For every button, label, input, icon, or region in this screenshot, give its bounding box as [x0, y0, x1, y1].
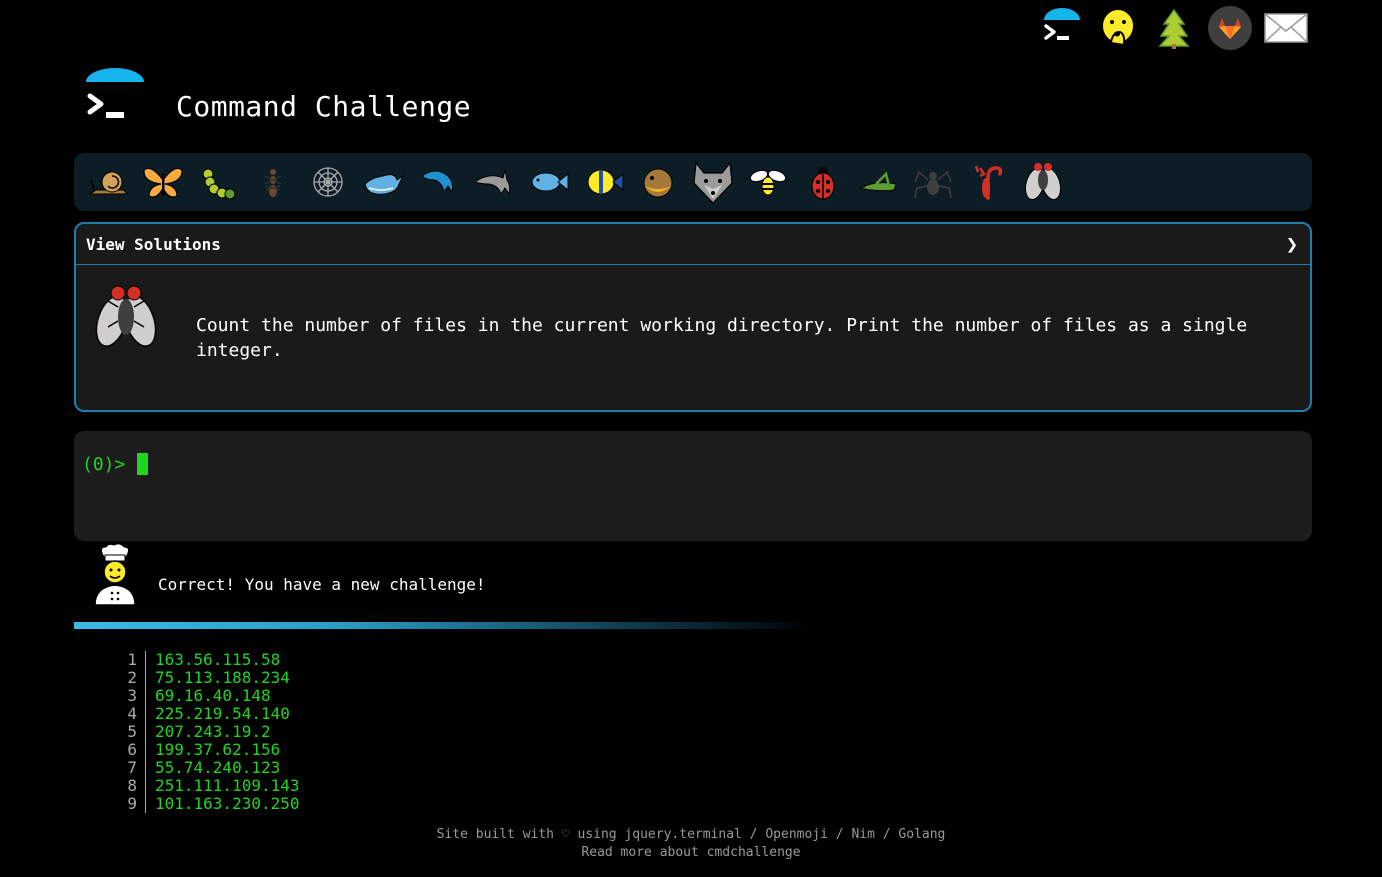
- terminal-input[interactable]: (0)>: [74, 431, 1312, 541]
- output-row: 4 225.219.54.140: [112, 705, 300, 723]
- golang-link[interactable]: Golang: [898, 827, 945, 842]
- output-value: 207.243.19.2: [155, 722, 271, 741]
- line-number: 4: [112, 705, 146, 723]
- level-bar: [74, 153, 1312, 211]
- level-dolphin-icon[interactable]: [414, 158, 462, 206]
- level-fly-icon[interactable]: [1019, 158, 1067, 206]
- chevron-right-icon[interactable]: ❯: [1286, 232, 1298, 256]
- output-value: 101.163.230.250: [155, 794, 300, 813]
- output-value: 75.113.188.234: [155, 668, 290, 687]
- level-spider-web-icon[interactable]: [304, 158, 352, 206]
- output-row: 3 69.16.40.148: [112, 687, 300, 705]
- challenge-description: Count the number of files in the current…: [196, 315, 1248, 361]
- openmoji-link[interactable]: Openmoji: [765, 827, 828, 842]
- output-row: 5 207.243.19.2: [112, 723, 300, 741]
- level-ladybug-icon[interactable]: [799, 158, 847, 206]
- terminal-cursor: [137, 453, 149, 475]
- challenge-body: Count the number of files in the current…: [76, 265, 1310, 379]
- line-number: 1: [112, 651, 146, 669]
- level-grasshopper-icon[interactable]: [854, 158, 902, 206]
- nim-link[interactable]: Nim: [851, 827, 874, 842]
- output-value: 69.16.40.148: [155, 686, 271, 705]
- top-nav: [1038, 4, 1310, 52]
- view-solutions-label: View Solutions: [86, 234, 221, 254]
- site-logo-icon[interactable]: [84, 66, 146, 132]
- level-scorpion-icon[interactable]: [964, 158, 1012, 206]
- footer-separator: /: [827, 827, 852, 842]
- tree-icon[interactable]: [1150, 4, 1198, 52]
- level-snail-icon[interactable]: [84, 158, 132, 206]
- view-solutions-toggle[interactable]: View Solutions ❯: [76, 224, 1310, 265]
- output-row: 9 101.163.230.250: [112, 795, 300, 813]
- level-blowfish-icon[interactable]: [634, 158, 682, 206]
- shushing-face-icon[interactable]: [1094, 4, 1142, 52]
- line-number: 2: [112, 669, 146, 687]
- level-butterfly-icon[interactable]: [139, 158, 187, 206]
- level-tropical-fish-icon[interactable]: [579, 158, 627, 206]
- line-number: 7: [112, 759, 146, 777]
- level-fish-icon[interactable]: [524, 158, 572, 206]
- feedback-message: Correct! You have a new challenge!: [92, 543, 486, 611]
- mail-icon[interactable]: [1262, 4, 1310, 52]
- level-whale-icon[interactable]: [359, 158, 407, 206]
- progress-bar: [74, 622, 814, 629]
- footer-built-text: Site built with ♡ using: [436, 827, 625, 842]
- level-ant-icon[interactable]: [249, 158, 297, 206]
- footer: Site built with ♡ using jquery.terminal …: [0, 826, 1382, 862]
- footer-separator: /: [874, 827, 899, 842]
- line-number: 3: [112, 687, 146, 705]
- level-spider-icon[interactable]: [909, 158, 957, 206]
- output-row: 7 55.74.240.123: [112, 759, 300, 777]
- line-number: 6: [112, 741, 146, 759]
- read-more-link[interactable]: Read more about cmdchallenge: [581, 845, 800, 860]
- level-bee-icon[interactable]: [744, 158, 792, 206]
- output-value: 225.219.54.140: [155, 704, 290, 723]
- line-number: 9: [112, 795, 146, 813]
- level-caterpillar-icon[interactable]: [194, 158, 242, 206]
- page-title: Command Challenge: [176, 89, 472, 123]
- challenge-fly-icon: [90, 281, 162, 357]
- terminal-prompt-line: (0)>: [82, 453, 1304, 475]
- line-number: 5: [112, 723, 146, 741]
- feedback-text: Correct! You have a new challenge!: [158, 574, 486, 594]
- footer-credits: Site built with ♡ using jquery.terminal …: [0, 826, 1382, 844]
- level-dolphin-2-icon[interactable]: [469, 158, 517, 206]
- output-value: 251.111.109.143: [155, 776, 300, 795]
- challenge-panel: View Solutions ❯ Count the number of fil…: [74, 222, 1312, 412]
- output-value: 163.56.115.58: [155, 650, 281, 669]
- output-value: 55.74.240.123: [155, 758, 281, 777]
- level-wolf-icon[interactable]: [689, 158, 737, 206]
- footer-separator: /: [741, 827, 766, 842]
- gitlab-icon[interactable]: [1206, 4, 1254, 52]
- command-output: 1 163.56.115.58 2 75.113.188.234 3 69.16.40.1…: [112, 651, 300, 813]
- output-value: 199.37.62.156: [155, 740, 281, 759]
- terminal-prompt: (0)>: [82, 453, 126, 475]
- output-row: 1 163.56.115.58: [112, 651, 300, 669]
- jquery-terminal-link[interactable]: jquery.terminal: [624, 827, 741, 842]
- line-number: 8: [112, 777, 146, 795]
- terminal-logo-icon[interactable]: [1038, 4, 1086, 52]
- chef-icon: [92, 543, 138, 611]
- output-row: 8 251.111.109.143: [112, 777, 300, 795]
- output-row: 2 75.113.188.234: [112, 669, 300, 687]
- site-header: Command Challenge: [84, 66, 471, 132]
- output-row: 6 199.37.62.156: [112, 741, 300, 759]
